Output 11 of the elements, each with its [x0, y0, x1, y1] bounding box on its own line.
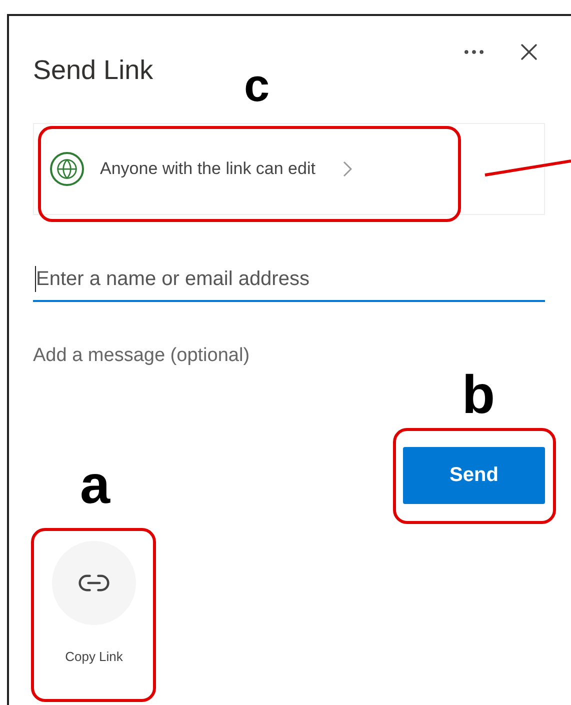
message-field[interactable]: Add a message (optional)	[33, 342, 545, 370]
send-button[interactable]: Send	[403, 446, 545, 504]
recipient-field[interactable]: Enter a name or email address	[33, 258, 545, 302]
annotation-label: a	[80, 458, 110, 512]
dialog-title: Send Link	[33, 54, 154, 86]
globe-icon	[50, 152, 84, 186]
permission-setting[interactable]: Anyone with the link can edit	[33, 123, 545, 215]
annotation-label: c	[244, 62, 270, 108]
annotation-label: b	[462, 368, 495, 422]
copy-link-button[interactable]: Copy Link	[52, 540, 136, 666]
chevron-right-icon	[343, 161, 352, 177]
